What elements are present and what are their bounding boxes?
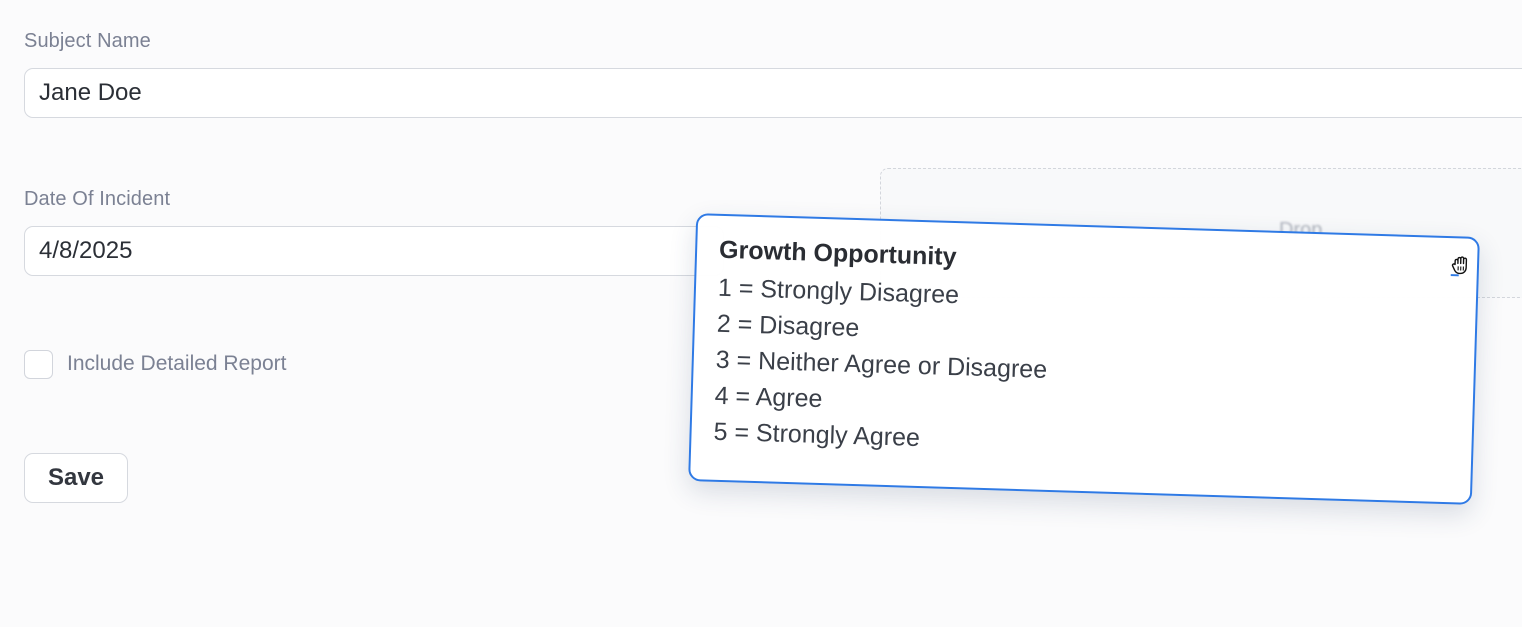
save-button[interactable]: Save [24,453,128,503]
include-detailed-report-label[interactable]: Include Detailed Report [67,352,286,376]
grab-hand-icon[interactable] [1449,252,1474,277]
subject-name-input[interactable]: Jane Doe [24,68,1522,118]
subject-name-label: Subject Name [24,30,151,52]
form-page: Subject Name Jane Doe Date Of Incident 4… [0,0,1522,627]
date-of-incident-label: Date Of Incident [24,188,171,210]
dragged-card[interactable]: Growth Opportunity 1 = Strongly Disagree… [688,213,1480,505]
include-detailed-report-checkbox[interactable] [24,350,53,379]
date-of-incident-input[interactable]: 4/8/2025 [24,226,724,276]
